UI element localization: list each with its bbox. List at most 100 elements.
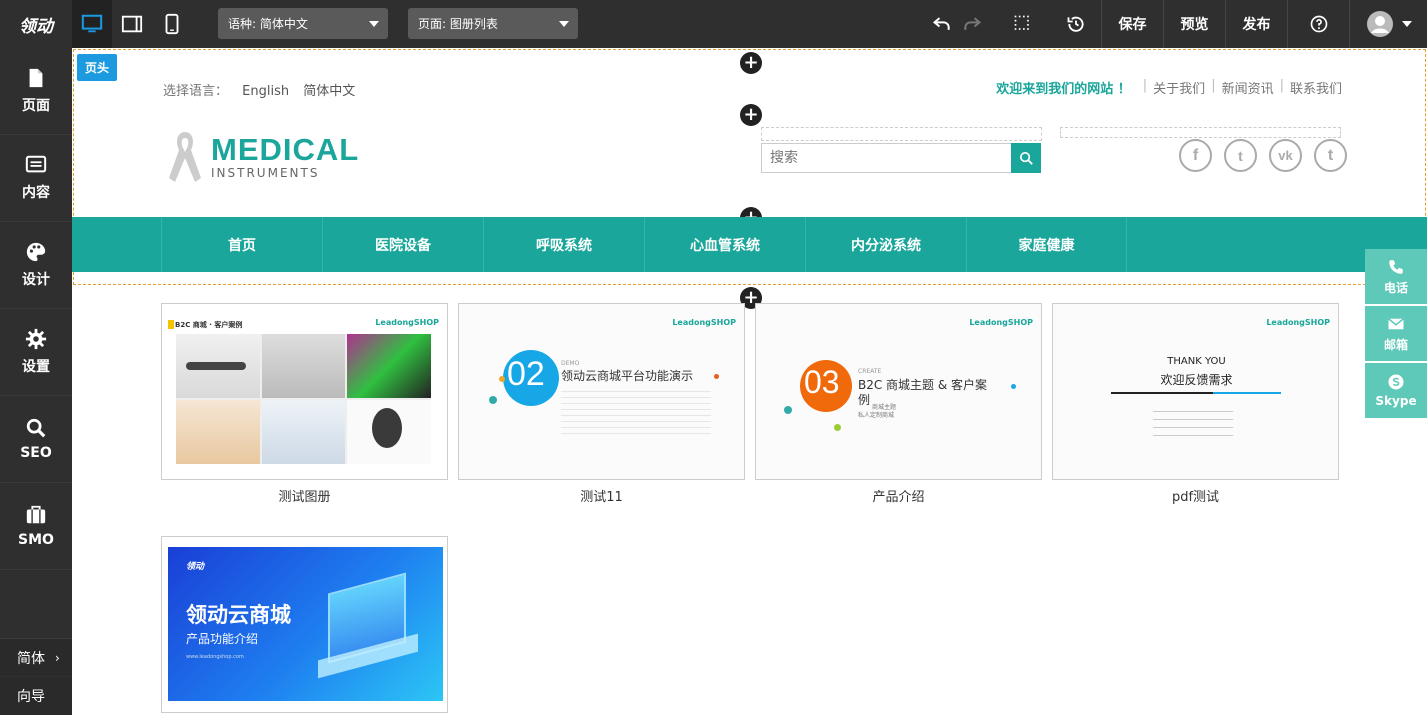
thumbnail-grid <box>176 334 431 464</box>
album-card[interactable]: LeadongSHOP 02 DEMO 领动云商城平台功能演示 <box>458 303 745 480</box>
top-toolbar: 领动 语种: 简体中文 页面: 图册列表 保存 预览 发布 <box>0 0 1427 48</box>
chapter-number: 02 <box>507 355 545 393</box>
mail-icon <box>1388 317 1404 329</box>
search-input[interactable] <box>762 144 1011 172</box>
language-switch[interactable]: 简体 › <box>0 638 72 676</box>
nav-item-cardio[interactable]: 心血管系统 <box>644 217 805 272</box>
nav-item-respiratory[interactable]: 呼吸系统 <box>483 217 644 272</box>
chevron-down-icon <box>369 21 379 27</box>
redo-icon <box>964 17 982 30</box>
sidebar-item-settings[interactable]: 设置 <box>0 309 72 396</box>
album-caption[interactable]: 测试图册 <box>161 486 448 505</box>
card-title: 领动云商城平台功能演示 <box>561 369 694 383</box>
facebook-icon[interactable]: f <box>1179 139 1212 172</box>
redo-button[interactable] <box>960 12 984 36</box>
shop-logo: LeadongSHOP <box>375 318 439 327</box>
sidebar-item-seo[interactable]: SEO <box>0 396 72 483</box>
sidebar-item-smo[interactable]: SMO <box>0 483 72 570</box>
social-links: f t vk t <box>1179 139 1347 172</box>
chevron-down-icon <box>1401 21 1412 27</box>
palette-icon <box>26 242 46 262</box>
card-title: 欢迎反馈需求 <box>1160 373 1233 387</box>
skype-icon <box>1388 374 1404 390</box>
nav-item-endocrine[interactable]: 内分泌系统 <box>805 217 966 272</box>
add-section-button[interactable]: + <box>740 52 762 74</box>
lang-option-english[interactable]: English <box>242 84 289 99</box>
undo-button[interactable] <box>930 12 954 36</box>
help-icon <box>1310 15 1327 33</box>
avatar-icon <box>1366 11 1393 37</box>
language-chooser: 选择语言： English 简体中文 <box>163 84 356 99</box>
sidebar-item-page[interactable]: 页面 <box>0 48 72 135</box>
album-card[interactable]: LeadongSHOP THANK YOU 欢迎反馈需求 <box>1052 303 1339 480</box>
help-button[interactable] <box>1287 0 1349 48</box>
user-menu[interactable] <box>1349 0 1427 48</box>
content-icon <box>25 155 47 173</box>
chapter-number: 03 <box>804 364 840 400</box>
app-logo[interactable]: 领动 <box>0 0 72 48</box>
save-button[interactable]: 保存 <box>1101 0 1163 48</box>
desktop-view-button[interactable] <box>72 0 112 48</box>
nav-item-home[interactable]: 首页 <box>161 217 322 272</box>
card-title: 领动云商城 <box>186 603 291 627</box>
preview-button[interactable]: 预览 <box>1163 0 1225 48</box>
contact-mail-button[interactable]: 邮箱 <box>1365 306 1427 361</box>
add-section-button[interactable]: + <box>740 104 762 126</box>
publish-button[interactable]: 发布 <box>1225 0 1287 48</box>
ribbon-icon <box>169 132 201 182</box>
main-nav: 首页 医院设备 呼吸系统 心血管系统 内分泌系统 家庭健康 <box>72 217 1427 272</box>
page-icon <box>29 68 43 88</box>
empty-module-placeholder[interactable] <box>761 127 1042 141</box>
undo-icon <box>932 17 950 30</box>
gear-icon <box>25 328 47 350</box>
site-search <box>761 143 1041 173</box>
briefcase-icon <box>26 505 46 524</box>
contact-skype-button[interactable]: Skype <box>1365 363 1427 418</box>
tumblr-icon[interactable]: t <box>1314 139 1347 172</box>
guide-link[interactable]: 向导 <box>0 677 72 715</box>
sidebar-item-content[interactable]: 内容 <box>0 135 72 222</box>
nav-item-home-health[interactable]: 家庭健康 <box>966 217 1127 272</box>
lang-option-chinese[interactable]: 简体中文 <box>303 84 355 99</box>
album-card[interactable]: 领动 领动云商城 产品功能介绍 www.leadongshop.com <box>161 536 448 713</box>
mobile-icon <box>165 13 179 35</box>
history-icon <box>1067 16 1084 32</box>
shop-logo: LeadongSHOP <box>1266 318 1330 327</box>
page-select[interactable]: 页面: 图册列表 <box>408 8 578 39</box>
history-button[interactable] <box>1064 12 1088 36</box>
album-caption[interactable]: 产品介绍 <box>755 486 1042 505</box>
tablet-icon <box>121 15 143 33</box>
nav-item-hospital[interactable]: 医院设备 <box>322 217 483 272</box>
shop-logo: LeadongSHOP <box>672 318 736 327</box>
sidebar-item-design[interactable]: 设计 <box>0 222 72 309</box>
vk-icon[interactable]: vk <box>1269 139 1302 172</box>
brand-title: MEDICAL <box>211 132 360 167</box>
album-card[interactable]: LeadongSHOP 03 CREATE B2C 商城主题 & 客户案例 商城… <box>755 303 1042 480</box>
site-logo[interactable]: MEDICAL INSTRUMENTS <box>167 128 359 184</box>
welcome-text: 欢迎来到我们的网站 ！ <box>996 82 1131 97</box>
tablet-view-button[interactable] <box>112 0 152 48</box>
card-title: B2C 商城 · 客户案例 <box>175 321 243 329</box>
link-news[interactable]: 新闻资讯 <box>1222 78 1274 97</box>
search-icon <box>1019 151 1033 165</box>
brand-subtitle: INSTRUMENTS <box>211 166 320 180</box>
grid-icon <box>1014 15 1029 30</box>
desktop-icon <box>81 14 103 33</box>
album-card[interactable]: B2C 商城 · 客户案例 LeadongSHOP <box>161 303 448 480</box>
header-section-tag[interactable]: 页头 <box>77 54 118 81</box>
empty-module-placeholder[interactable] <box>1060 127 1341 138</box>
link-about[interactable]: 关于我们 <box>1153 78 1205 97</box>
language-select[interactable]: 语种: 简体中文 <box>218 8 388 39</box>
grid-button[interactable] <box>1011 12 1035 36</box>
search-button[interactable] <box>1011 143 1041 173</box>
album-caption[interactable]: pdf测试 <box>1052 486 1339 505</box>
top-links: 欢迎来到我们的网站 ！ | 关于我们 | 新闻资讯 | 联系我们 <box>996 78 1342 97</box>
chevron-right-icon: › <box>55 650 60 665</box>
editor-canvas: 页头 + + + + 选择语言： English 简体中文 欢迎来到我们的网站 … <box>72 48 1427 715</box>
mobile-view-button[interactable] <box>152 0 192 48</box>
album-caption[interactable]: 测试11 <box>458 486 745 505</box>
link-contact[interactable]: 联系我们 <box>1290 78 1342 97</box>
phone-icon <box>1389 259 1403 274</box>
twitter-icon[interactable]: t <box>1224 139 1257 172</box>
contact-phone-button[interactable]: 电话 <box>1365 249 1427 304</box>
